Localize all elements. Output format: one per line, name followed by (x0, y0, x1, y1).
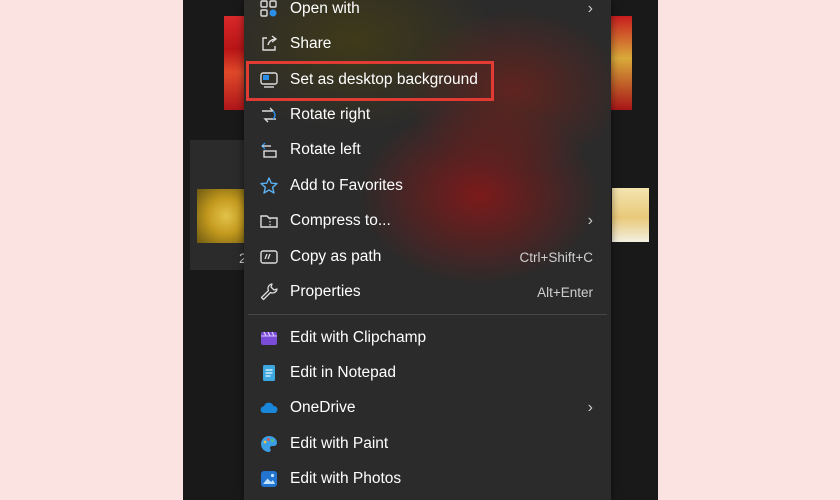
menu-item-label: Properties (290, 283, 361, 300)
menu-item-set-desktop-background[interactable]: Set as desktop background (244, 63, 611, 97)
menu-item-label: Edit with Photos (290, 470, 402, 487)
image-thumbnail[interactable] (612, 188, 649, 242)
menu-item-compress-to[interactable]: Compress to... › (244, 204, 611, 238)
menu-item-open-with[interactable]: Open with › (244, 0, 611, 26)
menu-item-label: Rotate left (290, 141, 361, 158)
keyboard-shortcut: Alt+Enter (537, 284, 593, 300)
menu-item-label: Open with (290, 0, 360, 17)
image-thumbnail-selected[interactable] (197, 189, 245, 243)
menu-item-copy-as-path[interactable]: Copy as path Ctrl+Shift+C (244, 240, 611, 274)
wrench-icon (258, 281, 280, 303)
open-with-icon (258, 0, 280, 20)
rotate-left-icon (258, 139, 280, 161)
star-icon (258, 175, 280, 197)
desktop-background-icon (258, 69, 280, 91)
menu-item-label: Copy as path (290, 248, 382, 265)
paint-icon (258, 433, 280, 455)
menu-item-rotate-left[interactable]: Rotate left (244, 133, 611, 167)
photos-icon (258, 468, 280, 490)
menu-item-label: Compress to... (290, 212, 391, 229)
share-icon (258, 33, 280, 55)
copy-path-icon (258, 246, 280, 268)
rotate-right-icon (258, 104, 280, 126)
menu-item-edit-with-photos[interactable]: Edit with Photos (244, 462, 611, 496)
menu-item-label: OneDrive (290, 399, 356, 416)
menu-separator (248, 314, 607, 315)
menu-item-edit-with-paint[interactable]: Edit with Paint (244, 427, 611, 461)
clipchamp-icon (258, 327, 280, 349)
menu-item-onedrive[interactable]: OneDrive › (244, 391, 611, 425)
menu-item-share[interactable]: Share (244, 27, 611, 61)
menu-item-label: Add to Favorites (290, 177, 403, 194)
menu-item-edit-in-notepad[interactable]: Edit in Notepad (244, 356, 611, 390)
chevron-right-icon: › (587, 399, 593, 416)
menu-item-label: Edit in Notepad (290, 364, 396, 381)
notepad-icon (258, 362, 280, 384)
menu-item-label: Edit with Paint (290, 435, 389, 452)
menu-item-rotate-right[interactable]: Rotate right (244, 98, 611, 132)
menu-item-label: Set as desktop background (290, 71, 478, 88)
menu-item-properties[interactable]: Properties Alt+Enter (244, 275, 611, 309)
menu-item-edit-with-clipchamp[interactable]: Edit with Clipchamp (244, 321, 611, 355)
menu-item-label: Share (290, 35, 332, 52)
menu-item-label: Rotate right (290, 106, 371, 123)
chevron-right-icon: › (587, 212, 593, 229)
onedrive-icon (258, 397, 280, 419)
chevron-right-icon: › (587, 0, 593, 17)
menu-item-add-to-favorites[interactable]: Add to Favorites (244, 169, 611, 203)
keyboard-shortcut: Ctrl+Shift+C (519, 249, 593, 265)
context-menu: Open with › Share Set as desktop backgro… (244, 0, 611, 500)
compress-icon (258, 210, 280, 232)
menu-item-label: Edit with Clipchamp (290, 329, 427, 346)
